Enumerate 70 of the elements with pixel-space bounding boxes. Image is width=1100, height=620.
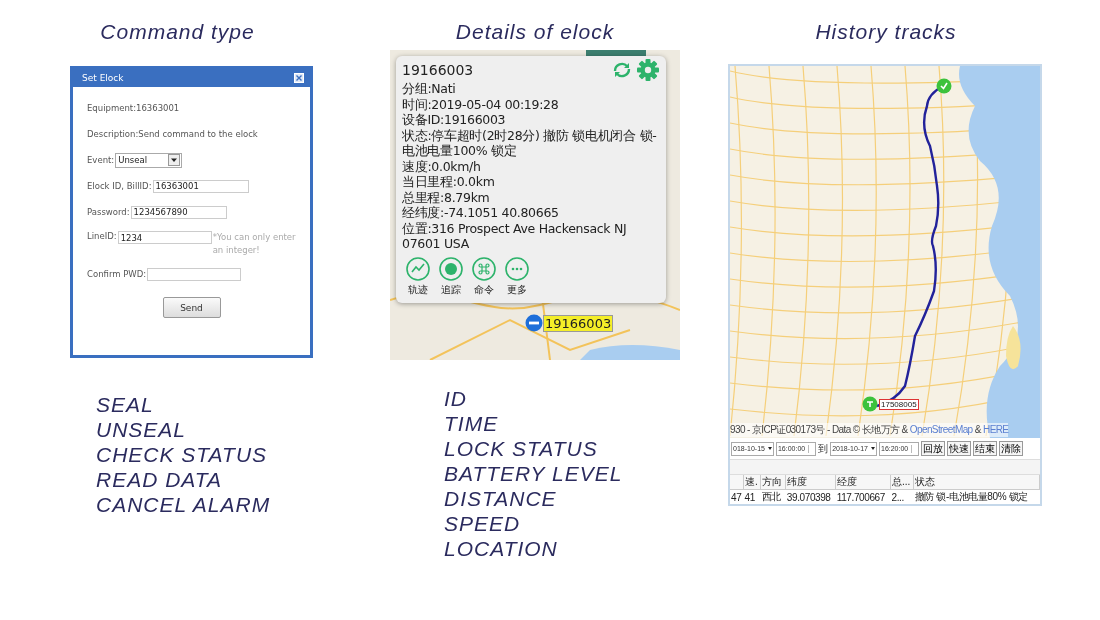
elock-id-field[interactable]: 16363001 [152,179,249,193]
table-cell: 39.070398 [785,489,836,504]
column-header[interactable]: 状态 [913,475,1040,490]
feature-text: LOCATION [444,536,559,561]
info-text: 时间:2019-05-04 00:19:28 [402,96,560,112]
table-cell: 117.700667 [835,489,891,504]
device-label: 17508005 [879,398,919,410]
feature-text: SEAL [96,392,155,417]
feature-text: CANCEL ALARM [96,492,272,517]
event-label: Event: [87,155,115,165]
info-text: 位置:316 Prospect Ave Hackensack NJ 07601 USA [402,220,628,252]
column-header[interactable]: 方向 [760,475,786,490]
send-button[interactable]: Send [162,297,221,318]
settings-icon[interactable] [637,59,659,81]
end-marker-icon [862,396,878,412]
section-heading: Command type [100,20,255,45]
section-heading: Details of elock [455,20,615,45]
confirm-password-field[interactable] [147,267,242,281]
table-cell: 西北 [760,489,786,504]
elock-id-label: Elock ID, BillID: [87,181,152,191]
toolbar-button[interactable]: 快速 [947,441,972,456]
table-cell-text: 47 [730,490,743,504]
confirm-password-label: Confirm PWD: [87,269,147,279]
caret-icon [168,154,181,166]
toolbar-button[interactable]: 结束 [973,441,998,456]
line-id-label: LineID: [87,231,117,241]
section-heading: History tracks [815,20,957,45]
line-id-field[interactable]: 1234 [117,231,212,244]
description-text: Description:Send command to the elock [87,128,259,141]
column-header[interactable] [730,475,744,490]
device-label: 19166003 [543,314,614,332]
table-cell: 撤防 锁-电池电量80% 锁定 [913,489,1040,504]
toolbar-button[interactable]: 清除 [999,441,1024,456]
attribution-link[interactable]: OpenStreetMap [909,424,973,435]
info-text: 当日里程:0.0km [402,174,496,190]
feature-text: READ DATA [96,467,224,492]
feature-text: LOCK STATUS [444,436,599,461]
column-header[interactable]: 纬度 [785,475,836,490]
event-dropdown[interactable]: Unseal [115,152,183,168]
feature-text: CHECK STATUS [96,442,269,467]
hint-text: *You can only enter an integer! [212,231,297,257]
info-text: 状态:停车超时(2时28分) 撤防 锁电机闭合 锁-电池电量100% 锁定 [402,127,658,159]
info-text: 设备ID:19166003 [402,112,507,128]
dialog-title: Set Elock [82,73,124,83]
feature-text: BATTERY LEVEL [444,461,624,486]
table-cell: 41 [743,489,761,504]
table-cell: 2... [890,489,914,504]
island-shape [1006,326,1021,370]
info-text: 经纬度:-74.1051 40.80665 [402,205,560,221]
feature-text: UNSEAL [96,417,188,442]
column-header[interactable]: 总... [890,475,914,490]
feature-text: SPEED [444,511,522,536]
password-field[interactable]: 1234567890 [130,205,227,219]
info-text: 分组:Nati [402,81,457,97]
start-marker-icon [936,78,952,94]
equipment-text: Equipment:16363001 [87,102,181,115]
device-id: 19166003 [402,62,474,78]
toolbar-button[interactable]: 回放 [921,441,946,456]
info-text: 速度:0.0km/h [402,158,482,174]
refresh-icon[interactable] [613,61,631,79]
attribution-text: 930 - 京ICP证030173号 - Data © 长地万方 & OpenStreetMap & HERE [730,423,1009,437]
feature-text: TIME [444,411,500,436]
marker-icon [525,314,543,332]
feature-text: DISTANCE [444,486,558,511]
to-label: 到 [818,441,829,456]
close-icon[interactable] [294,73,304,83]
column-header[interactable]: 经度 [835,475,891,490]
password-label: Password: [87,207,130,217]
info-text: 总里程:8.79km [402,189,491,205]
feature-text: ID [444,386,468,411]
